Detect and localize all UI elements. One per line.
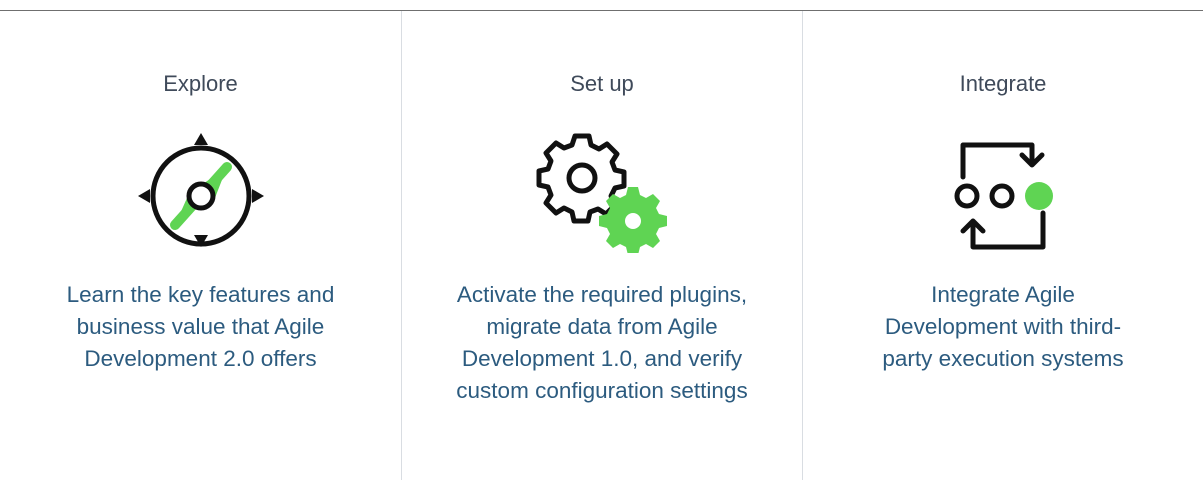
card-title: Integrate [959, 71, 1047, 96]
integrate-card[interactable]: Integrate Integrate Agile Development wi… [802, 11, 1203, 480]
compass-icon [131, 123, 271, 253]
card-description: Activate the required plugins, migrate d… [456, 282, 748, 403]
integration-cycle-icon [933, 123, 1073, 253]
card-title: Set up [570, 71, 634, 96]
card-description: Integrate Agile Development with third-p… [882, 282, 1124, 371]
card-description: Learn the key features and business valu… [66, 282, 335, 371]
setup-card[interactable]: Set up Activate the required plugins, mi… [401, 11, 802, 480]
card-title: Explore [163, 71, 238, 96]
feature-cards: Explore Learn the key features and busin… [0, 11, 1203, 480]
explore-card[interactable]: Explore Learn the key features and busin… [0, 11, 401, 480]
gears-icon [532, 123, 672, 253]
